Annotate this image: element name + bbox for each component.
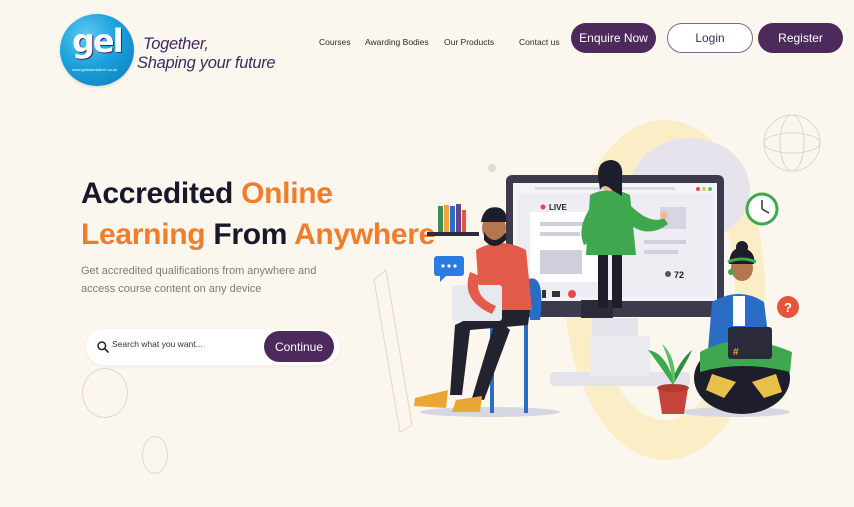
register-button[interactable]: Register	[758, 23, 843, 53]
hero-title-word: From	[213, 218, 288, 251]
tagline: Together, Shaping your future	[137, 35, 276, 73]
hashtag-label: #	[733, 347, 739, 358]
nav-our-products[interactable]: Our Products	[444, 37, 494, 47]
login-button[interactable]: Login	[667, 23, 753, 53]
hero-title-highlight: Online	[241, 177, 333, 210]
enquire-now-button[interactable]: Enquire Now	[571, 23, 656, 53]
hero-subtitle: Get accredited qualifications from anywh…	[81, 262, 316, 298]
nav-awarding-bodies[interactable]: Awarding Bodies	[365, 37, 429, 47]
clock-icon	[745, 192, 779, 226]
hero-subtitle-line-2: access course content on any device	[81, 283, 262, 295]
tagline-line-1: Together,	[143, 35, 209, 53]
search-icon	[97, 341, 109, 353]
viewer-count: 72	[674, 270, 684, 280]
hero-title-highlight: Learning	[81, 218, 206, 251]
decorative-circle	[82, 368, 128, 418]
logo-wordmark: gel	[72, 22, 124, 60]
live-label: LIVE	[549, 203, 567, 212]
logo-url: www.globaledutech.co.uk	[72, 67, 118, 72]
atom-icon	[763, 114, 821, 172]
question-mark: ?	[784, 300, 792, 315]
books-icon	[427, 204, 479, 236]
ruler-icon	[373, 269, 413, 433]
hero-illustration: LIVE 72 ? #	[373, 114, 821, 460]
tagline-line-2: Shaping your future	[137, 54, 276, 72]
site-header: gel www.globaledutech.co.uk Together, Sh…	[0, 0, 854, 90]
continue-button[interactable]: Continue	[264, 331, 334, 362]
nav-contact-us[interactable]: Contact us	[519, 37, 560, 47]
hero-subtitle-line-1: Get accredited qualifications from anywh…	[81, 265, 317, 277]
decorative-circle	[142, 436, 168, 474]
logo[interactable]: gel www.globaledutech.co.uk	[60, 14, 134, 86]
question-icon: ?	[777, 296, 799, 318]
search-input[interactable]	[112, 339, 252, 349]
search-bar: Continue	[86, 329, 340, 365]
hero-title-word: Accredited	[81, 177, 234, 210]
nav-courses[interactable]: Courses	[319, 37, 351, 47]
chat-bubble-icon	[434, 256, 464, 282]
